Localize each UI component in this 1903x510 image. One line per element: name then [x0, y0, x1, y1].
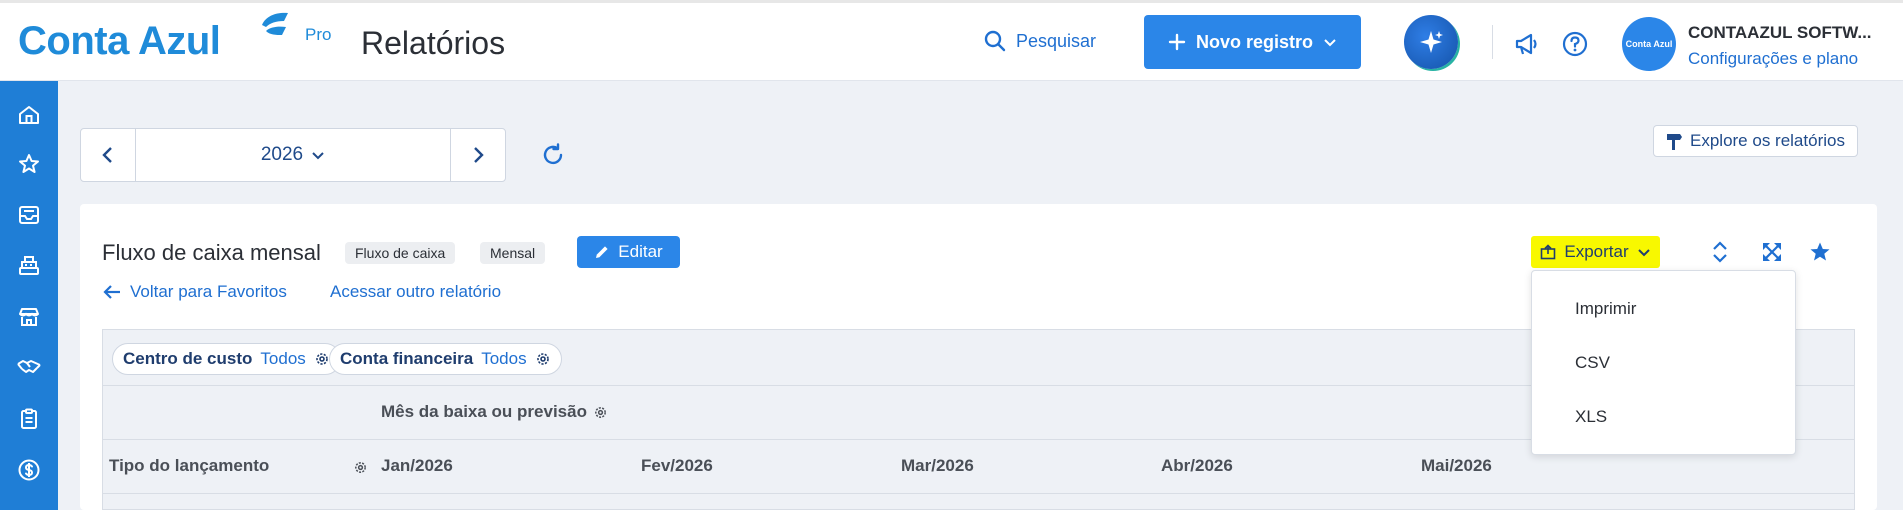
refresh-icon[interactable] [541, 143, 565, 167]
megaphone-icon[interactable] [1513, 30, 1541, 58]
clipboard-icon [21, 408, 37, 429]
sidebar [0, 81, 58, 510]
star-icon [19, 154, 39, 173]
sparkle-icon [1420, 31, 1443, 53]
favorite-star-icon[interactable] [1808, 240, 1832, 264]
gear-icon [315, 353, 328, 365]
next-year-button[interactable] [451, 129, 505, 181]
access-other-report-link[interactable]: Acessar outro relatório [330, 282, 501, 302]
sidebar-item-finance[interactable] [0, 450, 58, 490]
export-dropdown-menu: Imprimir CSV XLS [1531, 270, 1796, 455]
period-selector: 2026 [80, 128, 506, 182]
chevron-down-icon [312, 152, 324, 160]
gear-icon[interactable] [353, 460, 368, 475]
column-header-month: Abr/2026 [1161, 456, 1233, 475]
sidebar-item-clipboard[interactable] [0, 399, 58, 439]
column-group-label: Mês da baixa ou previsão [381, 402, 587, 421]
export-icon [1541, 244, 1556, 260]
edit-label: Editar [618, 242, 663, 261]
gear-icon[interactable] [593, 405, 608, 420]
export-option-xls[interactable]: XLS [1575, 407, 1607, 427]
sidebar-item-inbox[interactable] [0, 195, 58, 235]
signpost-icon [1667, 134, 1682, 150]
filter-cost-center-value: Todos [260, 349, 306, 368]
help-icon[interactable] [1561, 30, 1589, 58]
fullscreen-icon[interactable] [1760, 240, 1784, 264]
search-label: Pesquisar [1016, 30, 1097, 51]
pencil-icon [596, 246, 608, 258]
sidebar-item-store[interactable] [0, 297, 58, 337]
top-header: Conta Azul Pro Relatórios Pesquisar Novo… [0, 0, 1903, 81]
year-dropdown[interactable]: 2026 [135, 129, 451, 181]
inbox-icon [19, 206, 39, 224]
conta-azul-logo[interactable]: Conta Azul [18, 19, 221, 63]
export-button[interactable]: Exportar [1531, 236, 1660, 268]
edit-button[interactable]: Editar [577, 236, 680, 268]
explore-reports-button[interactable]: Explore os relatórios [1653, 125, 1858, 157]
new-record-button[interactable]: Novo registro [1144, 15, 1361, 69]
search-icon [984, 30, 1006, 52]
export-option-csv[interactable]: CSV [1575, 353, 1610, 373]
report-title: Fluxo de caixa mensal [102, 240, 321, 265]
filter-financial-account[interactable]: Conta financeira Todos [329, 343, 562, 375]
chevron-down-icon [1324, 39, 1336, 47]
column-header-month: Jan/2026 [381, 456, 453, 475]
export-label: Exportar [1564, 242, 1629, 261]
sidebar-item-cash-register[interactable] [0, 246, 58, 286]
home-icon [19, 106, 39, 124]
plus-icon [1168, 33, 1186, 51]
expand-rows-icon[interactable] [1710, 240, 1730, 264]
chevron-down-icon [1637, 249, 1650, 257]
report-tag-monthly: Mensal [480, 242, 546, 264]
filter-cost-center-key: Centro de custo [123, 349, 253, 368]
settings-and-plan-link[interactable]: Configurações e plano [1688, 49, 1858, 69]
column-header-month: Fev/2026 [641, 456, 713, 475]
filter-financial-account-key: Conta financeira [340, 349, 474, 368]
filter-cost-center[interactable]: Centro de custo Todos [112, 343, 341, 375]
company-avatar[interactable]: Conta Azul [1622, 17, 1676, 71]
back-to-favorites-link[interactable]: Voltar para Favoritos [102, 282, 287, 302]
chevron-left-icon [102, 147, 112, 163]
logo-text: Conta Azul [18, 19, 221, 63]
report-tag-cash-flow: Fluxo de caixa [345, 242, 456, 264]
gear-icon [536, 353, 549, 365]
back-to-favorites-label: Voltar para Favoritos [130, 282, 287, 301]
page-title: Relatórios [361, 25, 506, 61]
sidebar-item-favorites[interactable] [0, 144, 58, 184]
cash-register-icon [19, 256, 39, 275]
explore-reports-label: Explore os relatórios [1690, 131, 1845, 150]
previous-year-button[interactable] [81, 129, 135, 181]
year-label: 2026 [260, 144, 304, 165]
column-header-month: Mai/2026 [1421, 456, 1492, 475]
column-group-header: Mês da baixa ou previsão [381, 402, 608, 422]
new-record-label: Novo registro [1195, 31, 1314, 52]
header-divider [1492, 25, 1493, 59]
search-button[interactable]: Pesquisar [984, 30, 1096, 52]
dollar-icon [18, 459, 40, 481]
arrow-left-icon [103, 285, 120, 299]
filter-financial-account-value: Todos [481, 349, 527, 368]
sidebar-item-home[interactable] [0, 95, 58, 135]
chevron-right-icon [474, 147, 484, 163]
export-option-print[interactable]: Imprimir [1575, 299, 1636, 319]
logo-mark-icon [262, 12, 288, 35]
ai-assistant-button[interactable] [1404, 15, 1458, 69]
company-name: CONTAAZUL SOFTW... [1688, 23, 1872, 42]
column-header-month: Mar/2026 [901, 456, 974, 475]
sidebar-item-handshake[interactable] [0, 347, 58, 387]
handshake-icon [17, 360, 41, 373]
store-icon [19, 308, 39, 326]
logo-pro-badge: Pro [305, 25, 332, 44]
column-header-entry-type: Tipo do lançamento [109, 456, 270, 475]
